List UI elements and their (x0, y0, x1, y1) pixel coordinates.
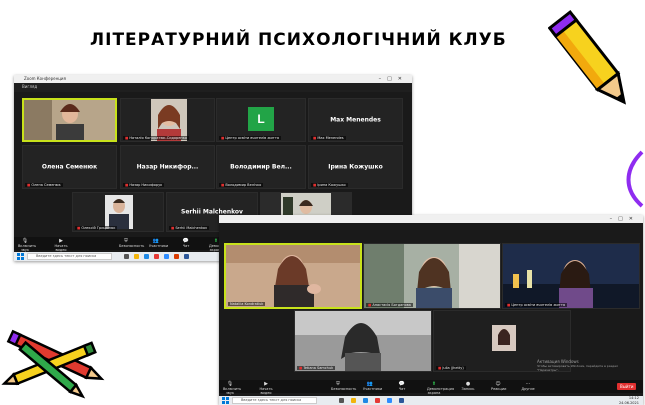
video-tile[interactable]: L ■Центр освіти вчителів життя (216, 98, 306, 142)
participant-label: Nataliia Kondratiuk (228, 302, 266, 306)
taskbar-clock: 14:12 24.06.2021 (618, 396, 639, 405)
participant-label: ■Центр освіти вчителів життя (505, 303, 567, 307)
video-button[interactable]: ▶ Начать видео (54, 239, 68, 253)
page-title: ЛІТЕРАТУРНИЙ ПСИХОЛОГІЧНИЙ КЛУБ (90, 30, 507, 50)
participant-video (295, 311, 431, 371)
participants-button[interactable]: 👥 Участники (149, 239, 168, 249)
edge-icon[interactable] (144, 254, 149, 259)
folder-icon[interactable] (134, 254, 139, 259)
chrome-icon[interactable] (154, 254, 159, 259)
participant-label: ■Наталія Кондратюк-Сидоренко (123, 136, 189, 140)
participant-name: Назар Никифор... (136, 163, 199, 171)
more-button[interactable]: ⋯Другие (521, 382, 535, 392)
record-button[interactable]: ●Запись (461, 382, 475, 392)
zoom-window-gallery-2: –□✕ Nataliia Kondratiuk ■Анастасія Богда… (219, 215, 643, 405)
windows-start-icon[interactable] (222, 397, 229, 404)
participant-label: ■Julia (Jhetty) (436, 366, 466, 370)
participant-video (24, 100, 115, 140)
participant-video (364, 244, 500, 308)
zoom-icon[interactable] (164, 254, 169, 259)
taskbar-search-input[interactable]: Введите здесь текст для поиска (27, 253, 112, 260)
participant-label: ■Max Menendes (311, 136, 346, 140)
participant-avatar: L (248, 107, 274, 131)
video-tile[interactable]: Володимир Вел... ■Володимир Велічко (216, 145, 306, 189)
powerpoint-icon[interactable] (174, 254, 179, 259)
security-button[interactable]: ⛨ Безопасность (331, 382, 356, 392)
video-tile[interactable]: Назар Никифор... ■Назар Никифорук (120, 145, 215, 189)
participant-label: ■Анастасія Богданова (366, 303, 413, 307)
participant-name: Max Menendes (330, 116, 381, 124)
video-tile[interactable]: Ірина Кожушко ■Ірина Кожушко (308, 145, 403, 189)
edge-icon[interactable] (363, 398, 368, 403)
video-tile[interactable]: ■Анастасія Богданова (363, 243, 501, 309)
taskbar-search-input[interactable]: Введите здесь текст для поиска (232, 397, 317, 404)
participant-label: ■Ірина Кожушко (311, 183, 348, 187)
mute-button[interactable]: 🎙 Включить звук (18, 239, 36, 253)
view-bar: Вигляд (14, 83, 412, 92)
zoom-icon[interactable] (387, 398, 392, 403)
chat-button[interactable]: 💬 Чат (395, 382, 409, 392)
task-view-icon[interactable] (124, 254, 129, 259)
windows-start-icon[interactable] (17, 253, 24, 260)
chat-button[interactable]: 💬 Чат (179, 239, 193, 249)
chrome-icon[interactable] (375, 398, 380, 403)
security-button[interactable]: ⛨ Безопасность (119, 239, 144, 249)
pencil-illustration (548, 9, 627, 105)
participant-label: ■Центр освіти вчителів життя (219, 136, 281, 140)
video-tile[interactable]: ■Центр освіти вчителів життя (502, 243, 640, 309)
window-titlebar: Zoom Конференция –□✕ (14, 75, 412, 83)
video-tile[interactable] (22, 98, 117, 142)
participant-name: Володимир Вел... (230, 163, 292, 171)
task-view-icon[interactable] (339, 398, 344, 403)
video-tile[interactable]: Nataliia Kondratiuk (224, 243, 362, 309)
leave-button[interactable]: Выйти (617, 383, 637, 390)
windows-taskbar: Введите здесь текст для поиска 14:12 24.0… (219, 396, 643, 405)
word-icon[interactable] (184, 254, 189, 259)
window-title: Zoom Конференция (24, 76, 66, 81)
window-controls[interactable]: –□✕ (610, 215, 639, 223)
word-icon[interactable] (399, 398, 404, 403)
window-controls[interactable]: –□✕ (379, 75, 408, 83)
share-screen-button[interactable]: ⬆Демонстрация экрана (427, 382, 454, 396)
folder-icon[interactable] (351, 398, 356, 403)
participant-label: ■Олексій Грицанюк (75, 226, 118, 230)
participants-button[interactable]: 👥 Участники (363, 382, 382, 392)
purple-scribble (626, 150, 644, 208)
participant-video (503, 244, 639, 308)
video-tile[interactable]: Max Menendes ■Max Menendes (308, 98, 403, 142)
participant-label: ■Олена Семенюк (25, 183, 63, 187)
participant-video (226, 245, 360, 307)
reactions-button[interactable]: ☺Реакции (491, 382, 506, 392)
video-tile[interactable]: ■Tetiana Samchuk (294, 310, 432, 372)
participant-label: ■Tetiana Samchuk (297, 366, 336, 370)
window-titlebar: –□✕ (219, 215, 643, 223)
video-tile[interactable]: ■Олексій Грицанюк (72, 192, 164, 232)
participant-label: ■Володимир Велічко (219, 183, 264, 187)
video-tile[interactable]: ■Наталія Кондратюк-Сидоренко (120, 98, 215, 142)
participant-name: Ірина Кожушко (328, 163, 383, 171)
view-label[interactable]: Вигляд (22, 84, 37, 89)
participant-name: Олена Семенюк (41, 163, 98, 171)
participant-label: ■Serhii Malchenkov (169, 226, 210, 230)
mute-button[interactable]: 🎙 Включить звук (223, 382, 241, 396)
activation-watermark: Активация Windows Чтобы активировать Win… (537, 359, 618, 372)
crossed-pencils-illustration (1, 329, 105, 399)
participant-label: ■Назар Никифорук (123, 183, 165, 187)
video-button[interactable]: ▶ Начать видео (259, 382, 273, 396)
meeting-toolbar: 🎙 Включить звук ▶ Начать видео ⛨ Безопаснос… (219, 380, 643, 396)
video-tile[interactable]: Олена Семенюк ■Олена Семенюк (22, 145, 117, 189)
